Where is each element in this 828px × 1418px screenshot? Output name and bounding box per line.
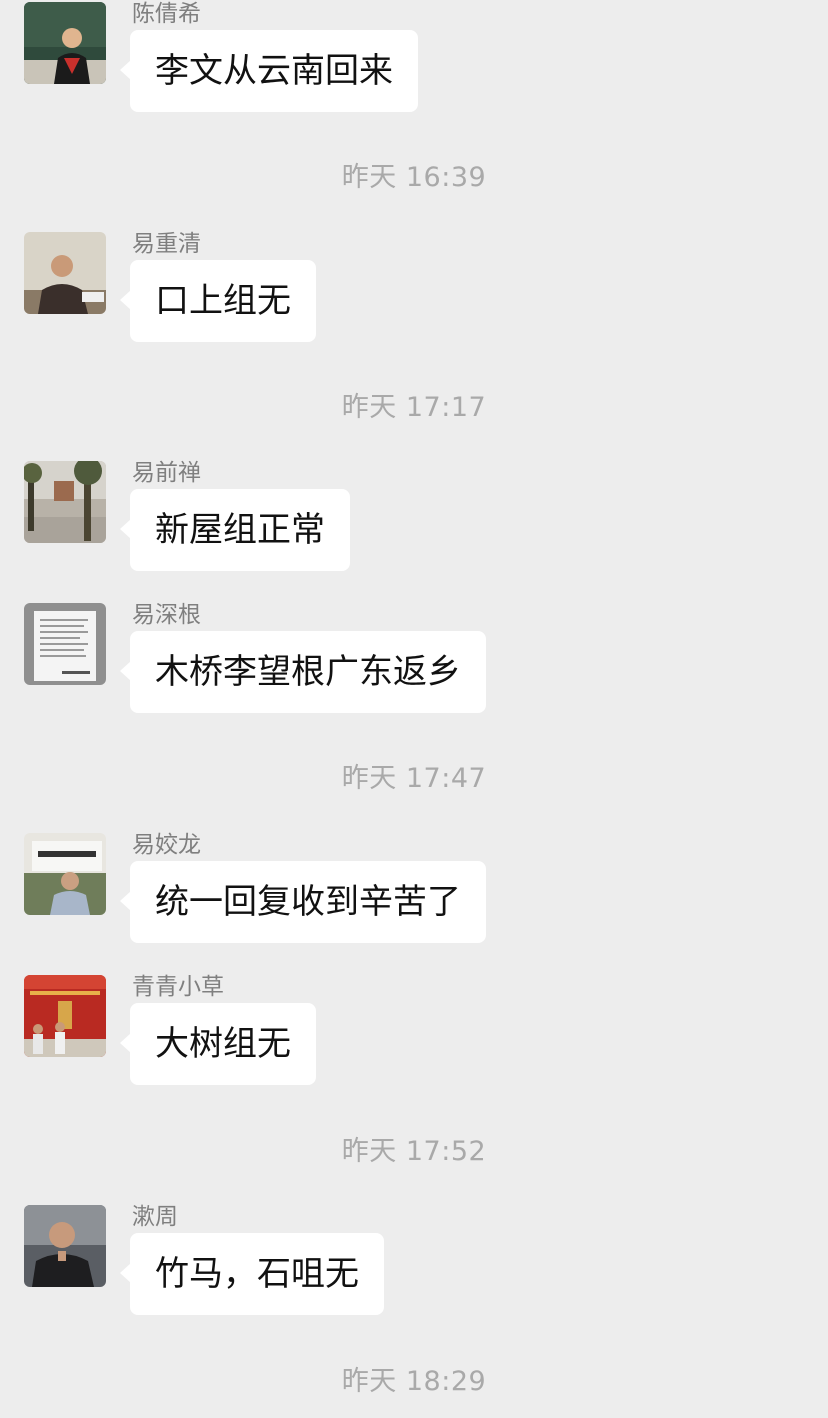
message-bubble[interactable]: 口上组无 <box>120 260 316 342</box>
sender-name: 陈倩希 <box>132 1 201 27</box>
avatar-photo-red-hall <box>24 975 106 1057</box>
sender-name: 易深根 <box>132 602 201 628</box>
sender-name: 易重清 <box>132 231 201 257</box>
sender-name: 青青小草 <box>132 974 224 1000</box>
avatar[interactable] <box>24 1205 106 1287</box>
message-bubble[interactable]: 统一回复收到辛苦了 <box>120 861 486 943</box>
avatar[interactable] <box>24 232 106 314</box>
avatar-photo-theatre <box>24 833 106 915</box>
sender-name: 易前禅 <box>132 460 201 486</box>
sender-name: 易姣龙 <box>132 832 201 858</box>
avatar-photo-courtyard <box>24 461 106 543</box>
timestamp: 昨天 16:39 <box>341 162 487 193</box>
avatar-photo-man-office <box>24 232 106 314</box>
avatar[interactable] <box>24 2 106 84</box>
avatar-photo-book-page <box>24 603 106 685</box>
timestamp: 昨天 17:17 <box>341 392 487 423</box>
timestamp: 昨天 17:52 <box>341 1136 487 1167</box>
avatar[interactable] <box>24 975 106 1057</box>
avatar[interactable] <box>24 461 106 543</box>
timestamp: 昨天 17:47 <box>341 763 487 794</box>
avatar-photo-elder-man <box>24 1205 106 1287</box>
message-bubble[interactable]: 李文从云南回来 <box>120 30 418 112</box>
chat-message-list[interactable]: 陈倩希 李文从云南回来 昨天 16:39 易重清 口上组无 昨天 17:17 易… <box>0 0 828 1418</box>
avatar-photo-classroom <box>24 2 106 84</box>
message-bubble[interactable]: 大树组无 <box>120 1003 316 1085</box>
message-bubble[interactable]: 新屋组正常 <box>120 489 350 571</box>
timestamp: 昨天 18:29 <box>341 1366 487 1397</box>
sender-name: 漱周 <box>132 1204 178 1230</box>
message-bubble[interactable]: 木桥李望根广东返乡 <box>120 631 486 713</box>
message-bubble[interactable]: 竹马，石咀无 <box>120 1233 384 1315</box>
avatar[interactable] <box>24 833 106 915</box>
avatar[interactable] <box>24 603 106 685</box>
